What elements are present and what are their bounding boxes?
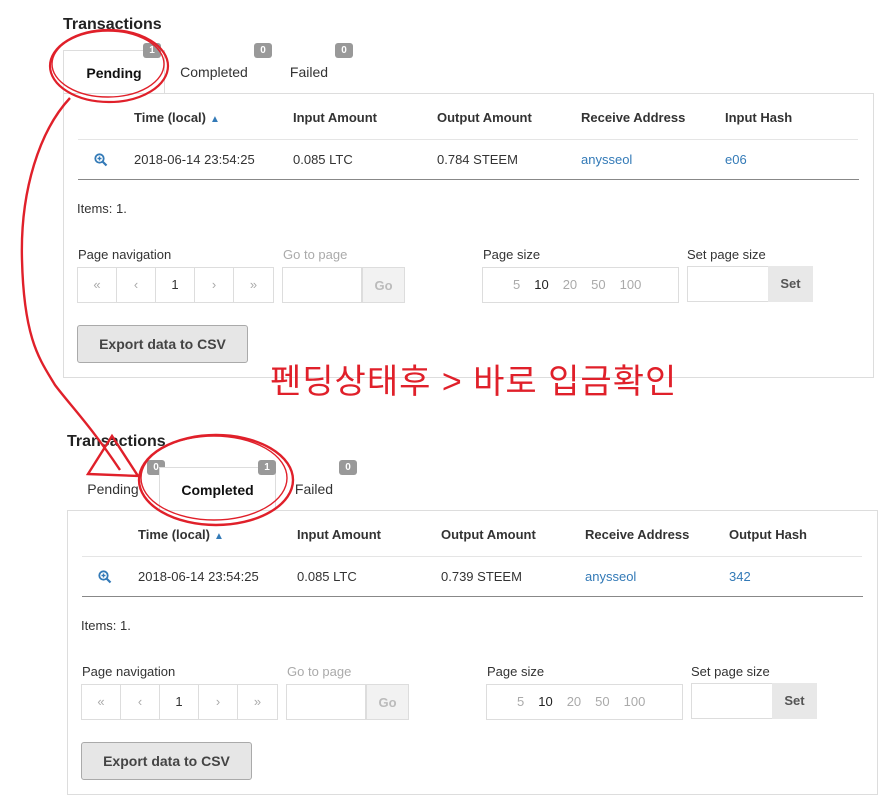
- page-size-20[interactable]: 20: [567, 694, 581, 709]
- zoom-in-icon[interactable]: [94, 153, 108, 167]
- cell-input-amount: 0.085 LTC: [297, 569, 357, 584]
- tab-label: Completed: [181, 482, 254, 498]
- page-size-50[interactable]: 50: [591, 277, 605, 292]
- column-header-input-amount[interactable]: Input Amount: [293, 110, 377, 125]
- page-size-10[interactable]: 10: [534, 277, 548, 292]
- cell-time: 2018-06-14 23:54:25: [134, 152, 255, 167]
- go-button[interactable]: Go: [362, 267, 405, 303]
- page-size-5[interactable]: 5: [513, 277, 520, 292]
- tab-label: Pending: [87, 481, 139, 497]
- page-size-label: Page size: [487, 664, 545, 679]
- export-csv-button[interactable]: Export data to CSV: [77, 325, 248, 363]
- set-page-size-label: Set page size: [687, 247, 766, 262]
- cell-receive-address-link[interactable]: anysseol: [581, 152, 632, 167]
- header-divider: [82, 556, 862, 557]
- go-to-page-label: Go to page: [283, 247, 348, 262]
- page-navigation-label: Page navigation: [78, 247, 172, 262]
- last-page-button[interactable]: »: [238, 685, 277, 719]
- page-size-20[interactable]: 20: [563, 277, 577, 292]
- set-page-size-button[interactable]: Set: [772, 683, 817, 719]
- set-page-size-input[interactable]: [691, 683, 773, 719]
- tab-pending[interactable]: Pending: [80, 467, 146, 511]
- cell-output-hash-link[interactable]: 342: [729, 569, 751, 584]
- panel-title: Transactions: [63, 16, 162, 33]
- cell-receive-address-link[interactable]: anysseol: [585, 569, 636, 584]
- tab-label: Completed: [180, 64, 248, 80]
- tab-completed-count-badge: 1: [258, 460, 276, 475]
- column-header-time[interactable]: Time (local) ▲: [134, 110, 220, 125]
- column-header-time[interactable]: Time (local) ▲: [138, 527, 224, 542]
- first-page-button[interactable]: «: [78, 268, 117, 302]
- page-size-selector: 5 10 20 50 100: [482, 267, 679, 303]
- page-size-10[interactable]: 10: [538, 694, 552, 709]
- tab-label: Pending: [86, 65, 142, 81]
- sort-ascending-icon: ▲: [210, 114, 220, 125]
- last-page-button[interactable]: »: [234, 268, 273, 302]
- page-button-1[interactable]: 1: [156, 268, 195, 302]
- pagination: « ‹ 1 › »: [81, 684, 278, 720]
- tab-failed[interactable]: Failed: [280, 50, 338, 94]
- zoom-in-icon[interactable]: [98, 570, 112, 584]
- transactions-panel-completed: Transactions Pending 0 Completed 1 Faile…: [0, 417, 889, 803]
- go-to-page-input[interactable]: [286, 684, 366, 720]
- page-navigation-label: Page navigation: [82, 664, 176, 679]
- tab-label: Failed: [294, 481, 334, 497]
- pagination: « ‹ 1 › »: [77, 267, 274, 303]
- go-to-page-label: Go to page: [287, 664, 352, 679]
- header-divider: [78, 139, 858, 140]
- page-size-5[interactable]: 5: [517, 694, 524, 709]
- column-header-receive-address[interactable]: Receive Address: [581, 110, 685, 125]
- items-count: Items: 1.: [77, 201, 127, 216]
- prev-page-button[interactable]: ‹: [121, 685, 160, 719]
- page-size-100[interactable]: 100: [624, 694, 646, 709]
- tab-failed[interactable]: Failed: [286, 467, 342, 511]
- next-page-button[interactable]: ›: [199, 685, 238, 719]
- cell-output-amount: 0.784 STEEM: [437, 152, 518, 167]
- column-header-output-hash[interactable]: Output Hash: [729, 527, 807, 542]
- column-header-output-amount[interactable]: Output Amount: [441, 527, 536, 542]
- page-size-selector: 5 10 20 50 100: [486, 684, 683, 720]
- page-size-label: Page size: [483, 247, 541, 262]
- first-page-button[interactable]: «: [82, 685, 121, 719]
- page-button-1[interactable]: 1: [160, 685, 199, 719]
- transactions-panel-pending: Transactions Pending 1 Completed 0 Faile…: [0, 0, 889, 400]
- cell-output-amount: 0.739 STEEM: [441, 569, 522, 584]
- tab-completed-count-badge: 0: [254, 43, 272, 58]
- go-to-page-input[interactable]: [282, 267, 362, 303]
- tab-completed[interactable]: Completed: [168, 50, 260, 94]
- panel-title: Transactions: [67, 433, 166, 450]
- items-count: Items: 1.: [81, 618, 131, 633]
- column-header-input-amount[interactable]: Input Amount: [297, 527, 381, 542]
- page-size-50[interactable]: 50: [595, 694, 609, 709]
- set-page-size-button[interactable]: Set: [768, 266, 813, 302]
- export-csv-button[interactable]: Export data to CSV: [81, 742, 252, 780]
- tab-label: Failed: [289, 64, 329, 80]
- cell-time: 2018-06-14 23:54:25: [138, 569, 259, 584]
- column-header-receive-address[interactable]: Receive Address: [585, 527, 689, 542]
- column-header-input-hash[interactable]: Input Hash: [725, 110, 792, 125]
- cell-input-hash-link[interactable]: e06: [725, 152, 747, 167]
- column-header-output-amount[interactable]: Output Amount: [437, 110, 532, 125]
- set-page-size-label: Set page size: [691, 664, 770, 679]
- tab-failed-count-badge: 0: [335, 43, 353, 58]
- next-page-button[interactable]: ›: [195, 268, 234, 302]
- annotation-text: 펜딩상태후 > 바로 입금확인: [270, 363, 678, 401]
- prev-page-button[interactable]: ‹: [117, 268, 156, 302]
- cell-input-amount: 0.085 LTC: [293, 152, 353, 167]
- table-bottom-divider: [82, 596, 863, 597]
- tab-failed-count-badge: 0: [339, 460, 357, 475]
- table-bottom-divider: [78, 179, 859, 180]
- go-button[interactable]: Go: [366, 684, 409, 720]
- set-page-size-input[interactable]: [687, 266, 769, 302]
- sort-ascending-icon: ▲: [214, 531, 224, 542]
- page-size-100[interactable]: 100: [620, 277, 642, 292]
- tab-pending-count-badge: 1: [143, 43, 161, 58]
